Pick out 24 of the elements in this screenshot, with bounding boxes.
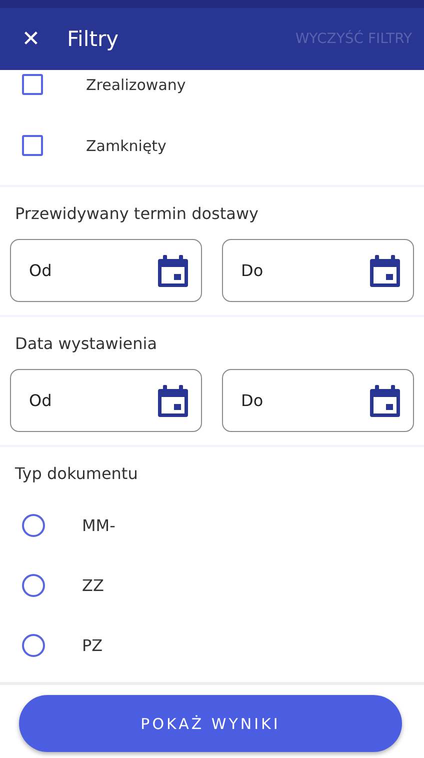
radio-label: MM- bbox=[82, 516, 116, 534]
calendar-icon[interactable] bbox=[370, 255, 400, 287]
screen-title: Filtry bbox=[67, 27, 120, 51]
section-title: Typ dokumentu bbox=[14, 464, 139, 483]
section-title: Przewidywany termin dostawy bbox=[14, 204, 260, 223]
checkbox[interactable] bbox=[22, 74, 43, 95]
radio-label: ZZ bbox=[82, 576, 104, 594]
radio-label: PZ bbox=[82, 636, 103, 654]
radio-button[interactable] bbox=[22, 574, 45, 596]
date-field[interactable]: Do bbox=[222, 239, 414, 302]
calendar-icon[interactable] bbox=[370, 385, 400, 417]
radio-button[interactable] bbox=[22, 634, 45, 656]
close-button[interactable]: ✕ bbox=[18, 26, 44, 52]
calendar-icon[interactable] bbox=[158, 255, 188, 287]
date-field[interactable]: Od bbox=[10, 369, 202, 432]
checkbox[interactable] bbox=[22, 135, 43, 156]
checkbox-label: Zrealizowany bbox=[86, 76, 186, 94]
date-field[interactable]: Od bbox=[10, 239, 202, 302]
calendar-icon[interactable] bbox=[158, 385, 188, 417]
checkbox-label: Zamknięty bbox=[86, 136, 166, 154]
radio-button[interactable] bbox=[22, 514, 45, 536]
date-field[interactable]: Do bbox=[222, 369, 414, 432]
show-results-button[interactable]: POKAŻ WYNIKI bbox=[19, 695, 402, 752]
section-title: Data wystawienia bbox=[14, 334, 158, 353]
